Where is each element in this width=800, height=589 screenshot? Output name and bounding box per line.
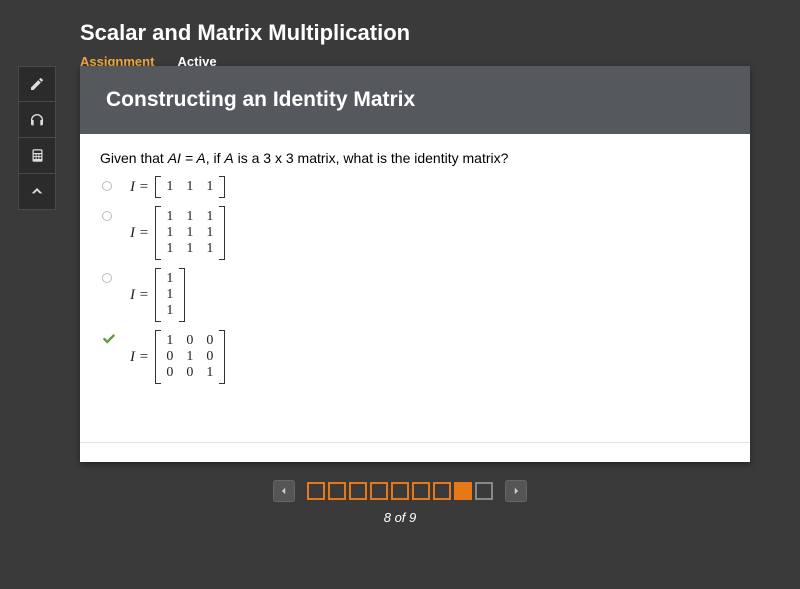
- option-content: I =111111111: [120, 206, 225, 260]
- answer-option[interactable]: I =111: [100, 268, 730, 322]
- answer-option[interactable]: I =111: [100, 176, 730, 198]
- radio-unselected-icon: [102, 270, 120, 288]
- prev-button[interactable]: [273, 480, 295, 502]
- page-box-4[interactable]: [370, 482, 388, 500]
- answer-option[interactable]: I =100010001: [100, 330, 730, 384]
- radio-unselected-icon: [102, 178, 120, 196]
- matrix-cell: 1: [185, 225, 195, 241]
- matrix-cell: 0: [165, 349, 175, 365]
- matrix: 100010001: [155, 330, 225, 384]
- question-prompt: Given that AI = A, if A is a 3 x 3 matri…: [100, 150, 730, 166]
- prompt-text: is a 3 x 3 matrix, what is the identity …: [234, 150, 509, 166]
- next-button[interactable]: [505, 480, 527, 502]
- headphones-icon: [29, 112, 45, 128]
- page-title: Scalar and Matrix Multiplication: [80, 20, 800, 46]
- matrix-cell: 0: [185, 365, 195, 381]
- matrix-cell: 1: [185, 349, 195, 365]
- matrix-cell: 1: [185, 209, 195, 225]
- option-content: I =111: [120, 176, 225, 198]
- matrix-cell: 1: [205, 179, 215, 195]
- matrix-cell: 1: [165, 225, 175, 241]
- prompt-equation: AI = A: [168, 150, 206, 166]
- matrix-cell: 1: [205, 365, 215, 381]
- matrix: 111111111: [155, 206, 225, 260]
- page-box-2[interactable]: [328, 482, 346, 500]
- answer-option[interactable]: I =111111111: [100, 206, 730, 260]
- matrix-cell: 0: [165, 365, 175, 381]
- matrix-cell: 1: [165, 241, 175, 257]
- matrix-cell: 0: [205, 349, 215, 365]
- page-box-3[interactable]: [349, 482, 367, 500]
- chevron-left-icon: [279, 486, 289, 496]
- question-title: Constructing an Identity Matrix: [80, 66, 750, 134]
- pager: [273, 480, 527, 502]
- chevron-right-icon: [511, 486, 521, 496]
- question-body: Given that AI = A, if A is a 3 x 3 matri…: [80, 134, 750, 462]
- equation-label: I =: [130, 349, 149, 366]
- matrix-cell: 1: [165, 333, 175, 349]
- matrix-cell: 1: [205, 209, 215, 225]
- calculator-icon: [30, 148, 45, 163]
- content-panel: Constructing an Identity Matrix Given th…: [80, 66, 750, 462]
- matrix-cell: 1: [205, 241, 215, 257]
- pencil-icon: [29, 76, 45, 92]
- matrix-cell: 1: [185, 241, 195, 257]
- matrix-cell: 1: [165, 303, 175, 319]
- equation-label: I =: [130, 179, 149, 196]
- page-box-6[interactable]: [412, 482, 430, 500]
- footer: 8 of 9: [0, 480, 800, 525]
- option-content: I =111: [120, 268, 185, 322]
- equation-label: I =: [130, 225, 149, 242]
- check-icon: [102, 332, 120, 351]
- page-box-7[interactable]: [433, 482, 451, 500]
- collapse-icon: [29, 184, 45, 200]
- side-toolbar: [18, 66, 56, 210]
- collapse-button[interactable]: [18, 174, 56, 210]
- option-content: I =100010001: [120, 330, 225, 384]
- pencil-button[interactable]: [18, 66, 56, 102]
- matrix: 111: [155, 268, 185, 322]
- matrix-cell: 0: [185, 333, 195, 349]
- matrix-cell: 1: [165, 209, 175, 225]
- radio-unselected-icon: [102, 208, 120, 226]
- matrix-cell: 1: [165, 287, 175, 303]
- prompt-text: Given that: [100, 150, 168, 166]
- page-box-8[interactable]: [454, 482, 472, 500]
- matrix-cell: 1: [205, 225, 215, 241]
- matrix-cell: 1: [185, 179, 195, 195]
- prompt-var: A: [224, 150, 233, 166]
- page-indicator: 8 of 9: [0, 510, 800, 525]
- matrix-cell: 0: [205, 333, 215, 349]
- prompt-text: , if: [206, 150, 225, 166]
- audio-button[interactable]: [18, 102, 56, 138]
- page-box-1[interactable]: [307, 482, 325, 500]
- content-fade: [80, 442, 750, 462]
- matrix-cell: 1: [165, 271, 175, 287]
- equation-label: I =: [130, 287, 149, 304]
- matrix-cell: 1: [165, 179, 175, 195]
- calculator-button[interactable]: [18, 138, 56, 174]
- page-box-5[interactable]: [391, 482, 409, 500]
- matrix: 111: [155, 176, 225, 198]
- page-box-9[interactable]: [475, 482, 493, 500]
